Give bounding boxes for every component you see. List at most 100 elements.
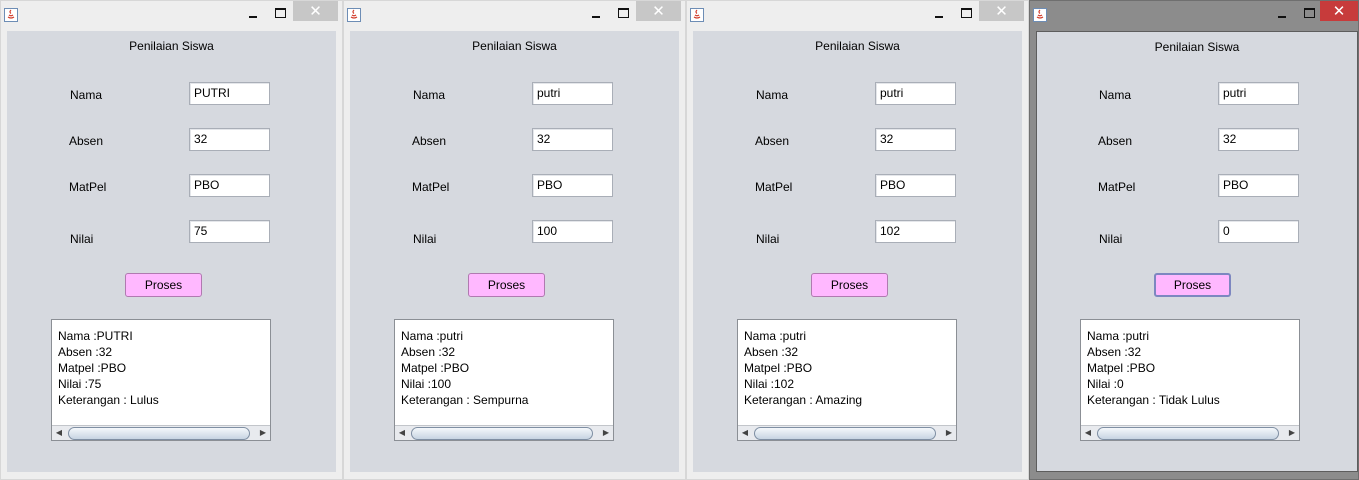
output-line: Nama :putri [401,329,464,343]
absen-field[interactable]: 32 [875,128,956,151]
nilai-label: Nilai [413,232,437,246]
output-line: Matpel :PBO [58,361,127,375]
title-bar[interactable]: ✕ [344,1,685,31]
window-3: ✕ Penilaian Siswa Nama putri Absen 32 Ma… [686,0,1029,480]
matpel-label: MatPel [755,180,793,194]
matpel-label: MatPel [69,180,107,194]
minimize-button[interactable] [930,7,948,23]
absen-label: Absen [755,134,790,148]
java-app-icon [4,8,18,22]
output-text: Nama :putri Absen :32 Matpel :PBO Nilai … [744,328,862,408]
absen-label: Absen [412,134,447,148]
maximize-button[interactable] [271,7,289,23]
output-line: Absen :32 [58,345,113,359]
horizontal-scrollbar[interactable]: ◀ ▶ [52,425,270,440]
output-textarea[interactable]: Nama :putri Absen :32 Matpel :PBO Nilai … [737,319,957,441]
nama-field[interactable]: PUTRI [189,82,270,105]
proses-button[interactable]: Proses [1154,273,1231,297]
maximize-button[interactable] [614,7,632,23]
output-textarea[interactable]: Nama :PUTRI Absen :32 Matpel :PBO Nilai … [51,319,271,441]
output-line: Matpel :PBO [401,361,470,375]
matpel-field[interactable]: PBO [1218,174,1299,197]
output-line: Nilai :102 [744,377,795,391]
matpel-field[interactable]: PBO [189,174,270,197]
output-line: Nama :putri [1087,329,1150,343]
matpel-label: MatPel [412,180,450,194]
form-title: Penilaian Siswa [472,39,557,53]
window-4: ✕ Penilaian Siswa Nama putri Absen 32 Ma… [1029,0,1359,480]
form-panel: Penilaian Siswa Nama PUTRI Absen 32 MatP… [7,31,336,472]
title-bar[interactable]: ✕ [1,1,342,31]
scroll-right-icon[interactable]: ▶ [942,426,956,440]
matpel-field[interactable]: PBO [875,174,956,197]
output-textarea[interactable]: Nama :putri Absen :32 Matpel :PBO Nilai … [394,319,614,441]
matpel-field[interactable]: PBO [532,174,613,197]
form-panel: Penilaian Siswa Nama putri Absen 32 MatP… [350,31,679,472]
output-line: Nama :putri [744,329,807,343]
nama-field[interactable]: putri [1218,82,1299,105]
nama-field[interactable]: putri [532,82,613,105]
form-panel: Penilaian Siswa Nama putri Absen 32 MatP… [1036,31,1358,472]
proses-button[interactable]: Proses [811,273,888,297]
output-line: Nama :PUTRI [58,329,133,343]
output-line: Absen :32 [744,345,799,359]
output-line: Nilai :100 [401,377,452,391]
close-button[interactable]: ✕ [979,1,1024,21]
scroll-thumb[interactable] [754,427,936,440]
nilai-label: Nilai [70,232,94,246]
scroll-thumb[interactable] [68,427,250,440]
title-bar[interactable]: ✕ [687,1,1028,31]
proses-button[interactable]: Proses [468,273,545,297]
matpel-label: MatPel [1098,180,1136,194]
form-title: Penilaian Siswa [129,39,214,53]
nama-label: Nama [756,88,789,102]
scroll-right-icon[interactable]: ▶ [256,426,270,440]
output-line: Keterangan : Tidak Lulus [1087,393,1220,407]
output-line: Nilai :75 [58,377,102,391]
output-line: Absen :32 [401,345,456,359]
minimize-button[interactable] [244,7,262,23]
scroll-left-icon[interactable]: ◀ [52,426,66,440]
scroll-thumb[interactable] [1097,427,1279,440]
nama-label: Nama [70,88,103,102]
absen-field[interactable]: 32 [1218,128,1299,151]
java-app-icon [1033,8,1047,22]
java-app-icon [347,8,361,22]
output-line: Keterangan : Lulus [58,393,159,407]
nama-label: Nama [1099,88,1132,102]
absen-label: Absen [1098,134,1133,148]
nilai-label: Nilai [756,232,780,246]
output-line: Matpel :PBO [1087,361,1156,375]
minimize-button[interactable] [587,7,605,23]
maximize-button[interactable] [1300,7,1318,23]
scroll-right-icon[interactable]: ▶ [599,426,613,440]
output-text: Nama :PUTRI Absen :32 Matpel :PBO Nilai … [58,328,159,408]
nilai-field[interactable]: 75 [189,220,270,243]
close-button[interactable]: ✕ [293,1,338,21]
absen-field[interactable]: 32 [189,128,270,151]
output-textarea[interactable]: Nama :putri Absen :32 Matpel :PBO Nilai … [1080,319,1300,441]
scroll-left-icon[interactable]: ◀ [1081,426,1095,440]
horizontal-scrollbar[interactable]: ◀ ▶ [1081,425,1299,440]
absen-field[interactable]: 32 [532,128,613,151]
horizontal-scrollbar[interactable]: ◀ ▶ [738,425,956,440]
nilai-field[interactable]: 0 [1218,220,1299,243]
scroll-left-icon[interactable]: ◀ [738,426,752,440]
close-button[interactable]: ✕ [1320,1,1358,21]
horizontal-scrollbar[interactable]: ◀ ▶ [395,425,613,440]
scroll-right-icon[interactable]: ▶ [1285,426,1299,440]
minimize-button[interactable] [1273,7,1291,23]
maximize-button[interactable] [957,7,975,23]
scroll-thumb[interactable] [411,427,593,440]
form-title: Penilaian Siswa [815,39,900,53]
output-line: Nilai :0 [1087,377,1124,391]
java-app-icon [690,8,704,22]
nilai-field[interactable]: 102 [875,220,956,243]
proses-button[interactable]: Proses [125,273,202,297]
title-bar[interactable]: ✕ [1030,1,1358,31]
nilai-field[interactable]: 100 [532,220,613,243]
scroll-left-icon[interactable]: ◀ [395,426,409,440]
window-2: ✕ Penilaian Siswa Nama putri Absen 32 Ma… [343,0,686,480]
nama-field[interactable]: putri [875,82,956,105]
close-button[interactable]: ✕ [636,1,681,21]
